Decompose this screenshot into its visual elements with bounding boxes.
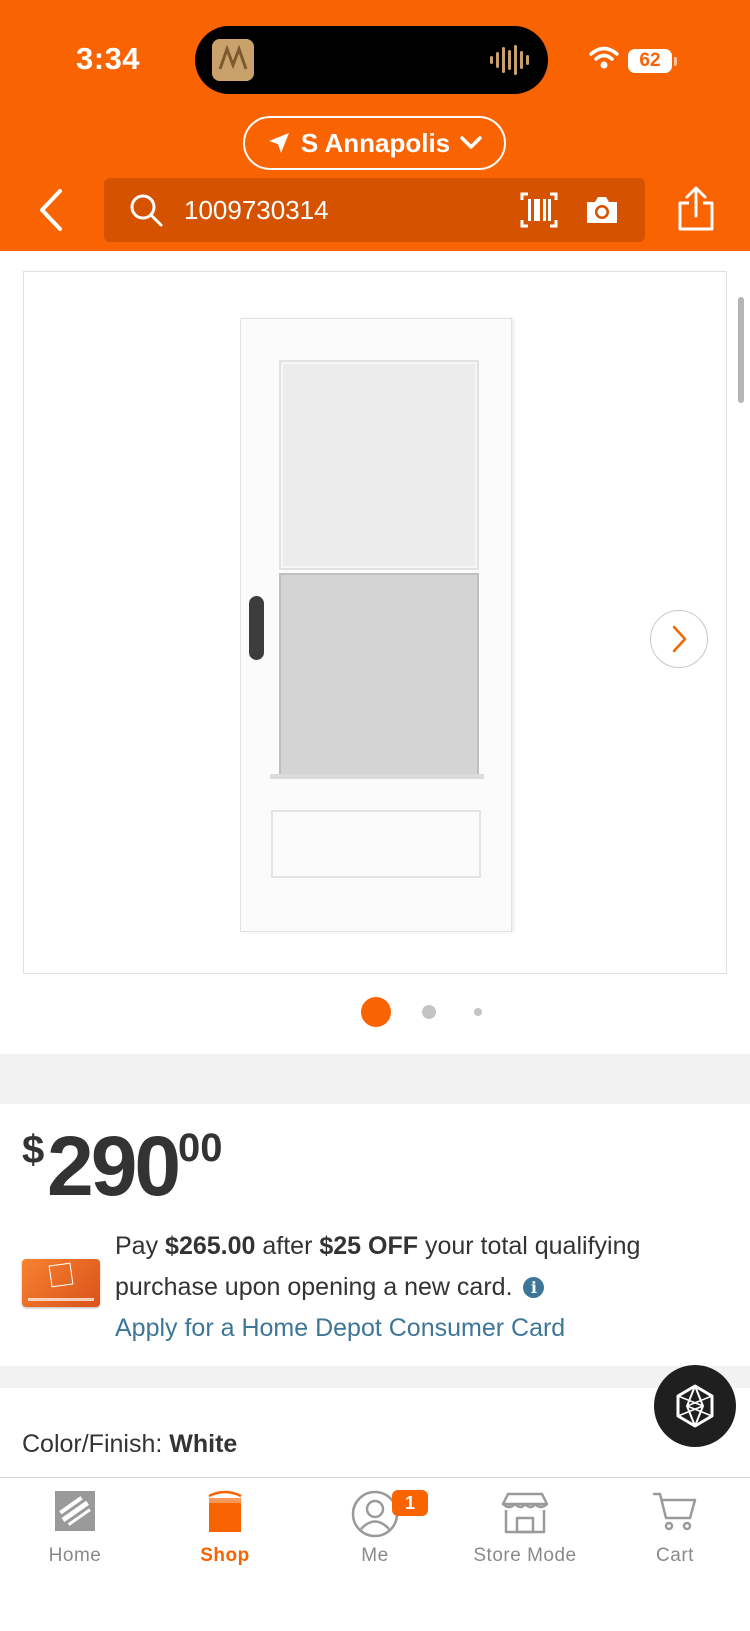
tab-cart[interactable]: Cart (600, 1478, 750, 1598)
color-finish-value: White (169, 1430, 238, 1458)
product-image-storm-door (240, 318, 512, 932)
assistant-button[interactable] (654, 1365, 736, 1447)
search-icon (130, 194, 163, 227)
door-screen-panel (279, 573, 479, 779)
store-name: S Annapolis (300, 127, 451, 158)
status-time: 3:34 (76, 41, 141, 76)
bottom-tab-bar: Home Shop Me 1 Store Mode Cart (0, 1477, 750, 1631)
dynamic-island (195, 26, 548, 94)
info-icon[interactable]: i (523, 1277, 545, 1298)
door-glass-panel (279, 360, 479, 570)
promo-pay-amount: $265.00 (165, 1232, 256, 1260)
search-input[interactable] (184, 178, 484, 242)
store-selector[interactable]: S Annapolis (243, 116, 506, 170)
scroll-indicator[interactable] (738, 297, 744, 403)
pagination-dot[interactable] (474, 1008, 482, 1016)
battery-nub (674, 57, 677, 66)
card-number-stripe (28, 1298, 94, 1301)
tab-me-label: Me (361, 1545, 389, 1566)
promo-after-text: after (262, 1232, 313, 1260)
door-rail (270, 774, 484, 779)
barcode-scan-icon[interactable] (520, 192, 558, 228)
hexagon-logo-icon (676, 1384, 714, 1428)
tab-store-mode[interactable]: Store Mode (450, 1478, 600, 1598)
location-arrow-icon (268, 133, 289, 153)
tab-cart-label: Cart (656, 1545, 694, 1566)
credit-card-image (22, 1259, 100, 1307)
home-depot-card-logo (48, 1262, 74, 1288)
share-icon[interactable] (676, 186, 716, 232)
search-bar[interactable] (104, 178, 645, 242)
section-divider (0, 1366, 750, 1388)
price-currency: $ (22, 1128, 45, 1172)
gallery-next-button[interactable] (650, 610, 708, 668)
door-kick-panel (271, 810, 481, 878)
color-finish-option: Color/Finish: White (22, 1430, 237, 1459)
card-promo: Pay $265.00 after $25 OFF your total qua… (115, 1226, 735, 1349)
door-handle (249, 596, 264, 660)
pagination-dot-active[interactable] (361, 997, 391, 1027)
gallery-pagination (0, 997, 750, 1027)
tab-store-mode-label: Store Mode (473, 1545, 577, 1566)
audio-waveform-icon (490, 45, 529, 75)
tab-home-label: Home (48, 1545, 102, 1566)
product-image-gallery[interactable] (23, 271, 727, 974)
camera-icon[interactable] (584, 194, 620, 226)
color-finish-label: Color/Finish: (22, 1430, 163, 1458)
back-button[interactable] (32, 185, 72, 235)
now-playing-artwork (212, 39, 254, 81)
store-icon (501, 1492, 549, 1534)
promo-pay-prefix: Pay (115, 1232, 159, 1260)
tab-home[interactable]: Home (0, 1478, 150, 1598)
notification-badge: 1 (392, 1490, 428, 1516)
chevron-right-icon (672, 625, 687, 653)
home-depot-logo-icon (55, 1491, 95, 1531)
cart-icon (652, 1492, 697, 1531)
chevron-down-icon (460, 136, 482, 149)
pagination-dot[interactable] (422, 1005, 436, 1019)
section-divider (0, 1054, 750, 1104)
bucket-icon (208, 1490, 242, 1532)
apply-card-link[interactable]: Apply for a Home Depot Consumer Card (115, 1308, 735, 1349)
app-header: 3:34 62 S Annapolis (0, 0, 750, 251)
price-dollars: 290 (47, 1119, 181, 1213)
wifi-icon (589, 46, 619, 69)
tab-shop[interactable]: Shop (150, 1478, 300, 1598)
tab-shop-label: Shop (200, 1545, 250, 1566)
price-cents: 00 (178, 1126, 223, 1170)
chevron-left-icon (40, 189, 62, 231)
battery-indicator: 62 (628, 49, 672, 73)
promo-off-amount: $25 OFF (319, 1232, 419, 1260)
